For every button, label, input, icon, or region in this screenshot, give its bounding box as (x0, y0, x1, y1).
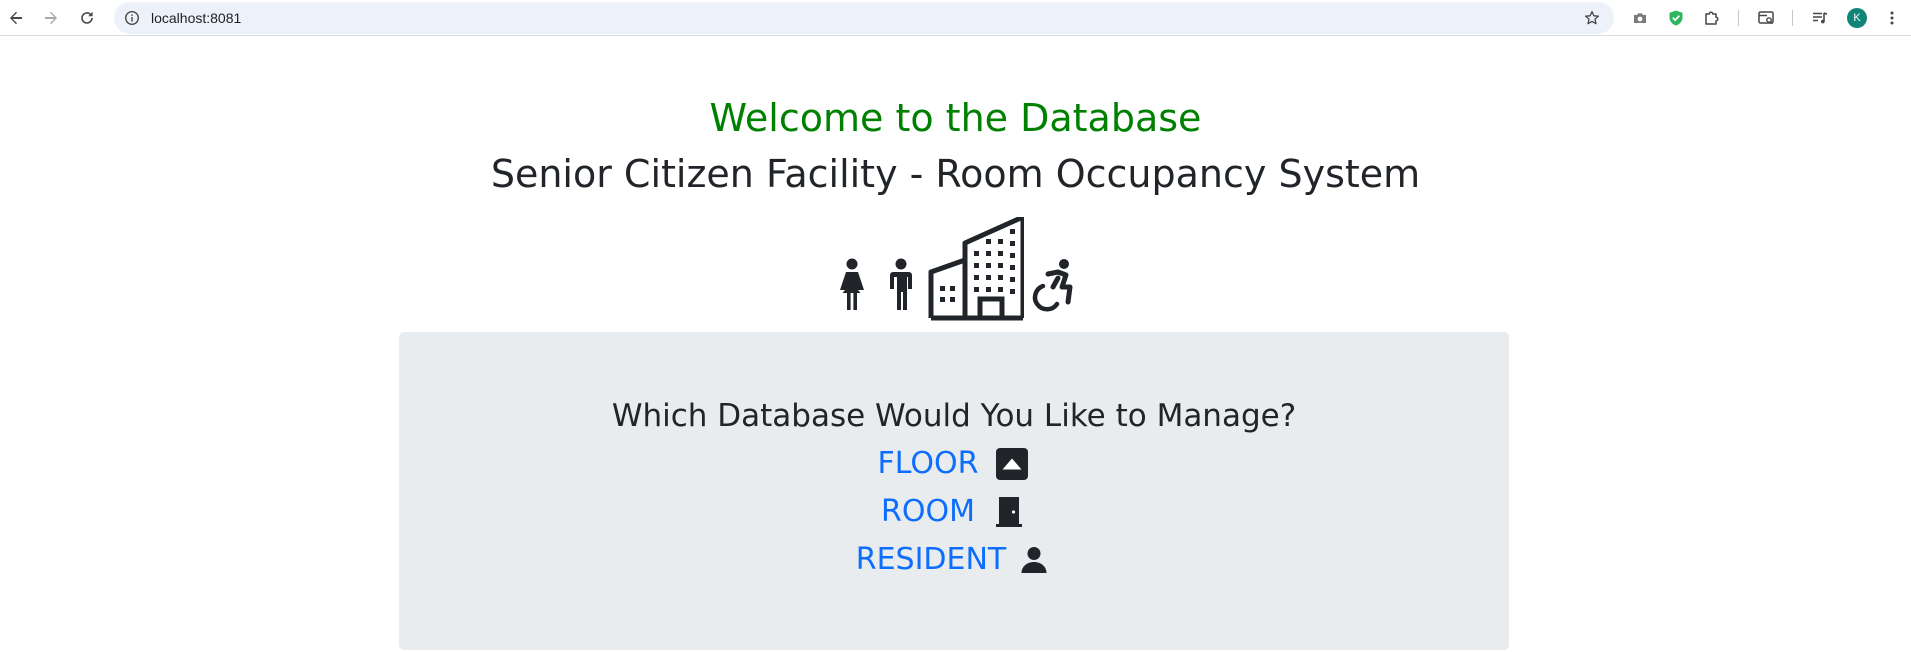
camera-icon[interactable] (1628, 6, 1652, 30)
reload-icon (81, 11, 93, 24)
room-link-label: ROOM (881, 494, 975, 529)
forward-button[interactable] (37, 4, 65, 32)
tab-search-icon[interactable] (1754, 6, 1778, 30)
kebab-menu-icon[interactable] (1880, 6, 1904, 30)
page-content: Welcome to the Database Senior Citizen F… (0, 36, 1911, 652)
door-closed-icon (991, 494, 1027, 530)
building-icon (928, 217, 1024, 321)
toolbar-separator (1738, 10, 1739, 26)
man-icon (890, 258, 912, 310)
database-selection-panel: Which Database Would You Like to Manage?… (399, 332, 1509, 650)
page-title: Senior Citizen Facility - Room Occupancy… (490, 152, 1421, 196)
shield-check-icon[interactable] (1664, 6, 1688, 30)
back-button[interactable] (2, 4, 30, 32)
caret-up-square-icon (994, 446, 1030, 482)
floor-link-label: FLOOR (877, 446, 979, 481)
woman-icon (840, 258, 864, 310)
selection-question: Which Database Would You Like to Manage? (611, 398, 1297, 434)
profile-avatar[interactable]: K (1847, 8, 1867, 28)
reload-button[interactable] (73, 4, 101, 32)
arrow-right-icon (45, 11, 57, 25)
hero-icons (836, 217, 1076, 323)
arrow-left-icon (10, 11, 22, 25)
browser-toolbar: localhost:8081 K (0, 0, 1911, 36)
toolbar-separator (1792, 10, 1793, 26)
resident-link[interactable]: RESIDENT (399, 538, 1509, 582)
address-bar[interactable]: localhost:8081 (114, 2, 1614, 34)
person-icon (1016, 542, 1052, 578)
room-link[interactable]: ROOM (399, 490, 1509, 534)
queue-music-icon[interactable] (1808, 6, 1832, 30)
info-icon[interactable] (122, 8, 142, 28)
wheelchair-icon (1032, 259, 1073, 312)
floor-link[interactable]: FLOOR (399, 442, 1509, 486)
welcome-heading: Welcome to the Database (709, 96, 1202, 140)
resident-link-label: RESIDENT (855, 542, 1007, 577)
url-text[interactable]: localhost:8081 (151, 2, 241, 34)
star-icon[interactable] (1582, 8, 1602, 28)
puzzle-icon[interactable] (1700, 6, 1724, 30)
